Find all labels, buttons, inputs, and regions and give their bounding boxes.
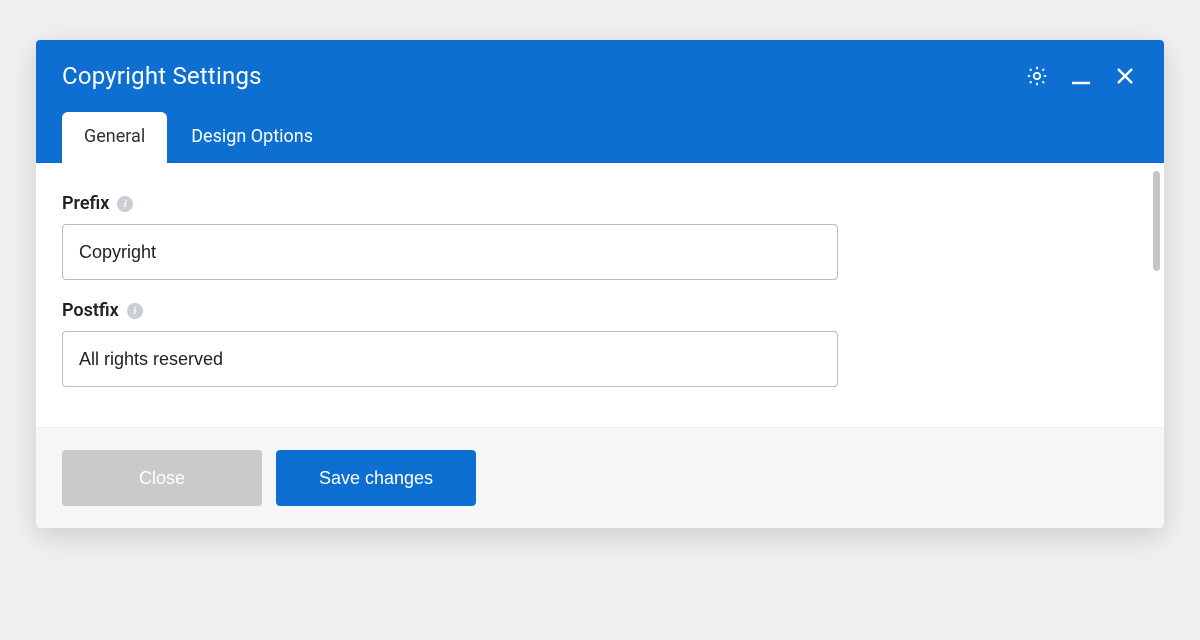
modal-footer: Close Save changes [36, 427, 1164, 528]
field-label-row: Prefix i [62, 193, 1138, 214]
minimize-icon[interactable] [1068, 63, 1094, 89]
save-button[interactable]: Save changes [276, 450, 476, 506]
tab-label: Design Options [191, 126, 313, 147]
field-prefix: Prefix i [62, 193, 1138, 280]
modal-title: Copyright Settings [62, 62, 262, 90]
tab-design-options[interactable]: Design Options [169, 112, 335, 163]
header-top-row: Copyright Settings [36, 62, 1164, 112]
field-label-row: Postfix i [62, 300, 1138, 321]
close-icon[interactable] [1112, 63, 1138, 89]
info-icon[interactable]: i [117, 196, 133, 212]
close-button[interactable]: Close [62, 450, 262, 506]
postfix-input[interactable] [62, 331, 838, 387]
gear-icon[interactable] [1024, 63, 1050, 89]
modal-header: Copyright Settings [36, 40, 1164, 163]
window-controls [1024, 63, 1138, 89]
postfix-label: Postfix [62, 300, 119, 321]
settings-modal: Copyright Settings [36, 40, 1164, 528]
field-postfix: Postfix i [62, 300, 1138, 387]
modal-body: Prefix i Postfix i [36, 163, 1164, 427]
prefix-input[interactable] [62, 224, 838, 280]
scrollbar-thumb[interactable] [1153, 171, 1160, 271]
tabs: General Design Options [36, 112, 1164, 163]
tab-label: General [84, 126, 145, 147]
info-icon[interactable]: i [127, 303, 143, 319]
tab-general[interactable]: General [62, 112, 167, 163]
prefix-label: Prefix [62, 193, 109, 214]
